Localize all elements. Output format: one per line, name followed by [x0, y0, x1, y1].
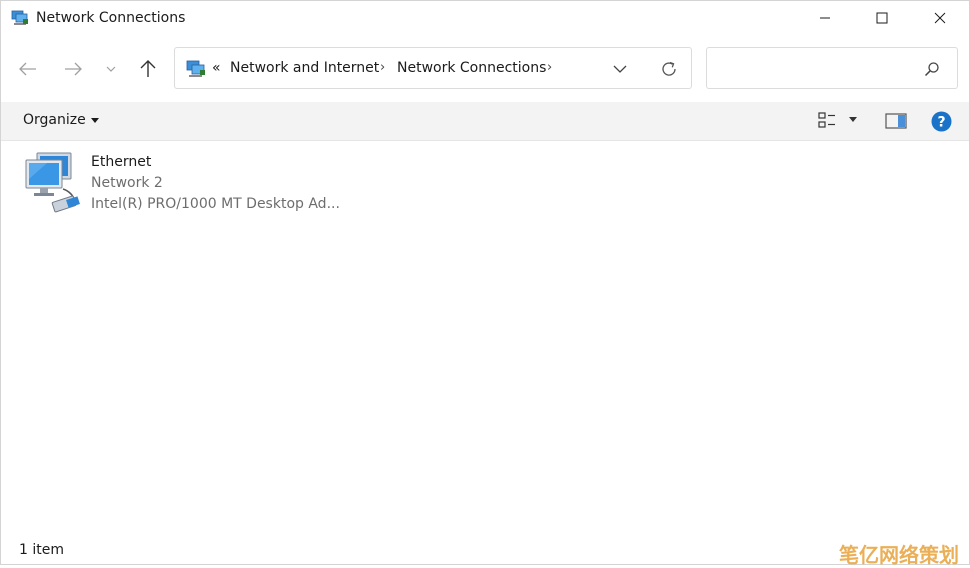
- navigation-bar: « Network and Internet › Network Connect…: [1, 37, 969, 101]
- breadcrumb-network-connections[interactable]: Network Connections: [397, 60, 546, 76]
- refresh-icon: [662, 61, 676, 76]
- caret-down-icon[interactable]: [848, 116, 858, 124]
- recent-locations-button[interactable]: [101, 57, 121, 81]
- connection-item-ethernet[interactable]: Ethernet Network 2 Intel(R) PRO/1000 MT …: [21, 151, 341, 217]
- refresh-button[interactable]: [655, 57, 683, 81]
- arrow-left-icon: [19, 62, 36, 76]
- organize-menu[interactable]: Organize: [23, 112, 99, 128]
- back-button[interactable]: [13, 57, 43, 81]
- preview-pane-icon[interactable]: [885, 112, 907, 130]
- forward-button[interactable]: [58, 57, 88, 81]
- arrow-right-icon: [65, 62, 82, 76]
- maximize-button[interactable]: [853, 1, 911, 35]
- up-button[interactable]: [133, 55, 163, 83]
- window-title: Network Connections: [36, 10, 186, 26]
- breadcrumb-overflow[interactable]: «: [212, 60, 221, 76]
- change-view-icon[interactable]: [816, 111, 840, 131]
- chevron-down-icon: [613, 65, 627, 73]
- title-bar[interactable]: Network Connections: [1, 1, 969, 37]
- connection-network: Network 2: [91, 175, 163, 191]
- command-bar: Organize ?: [1, 102, 969, 141]
- caret-down-icon: [90, 117, 99, 123]
- search-box[interactable]: [706, 47, 958, 89]
- close-button[interactable]: [911, 1, 969, 35]
- connection-name: Ethernet: [91, 154, 152, 170]
- help-icon[interactable]: ?: [931, 111, 952, 132]
- network-connections-icon: [11, 10, 28, 25]
- search-icon[interactable]: [923, 60, 941, 78]
- network-adapter-icon: [25, 152, 80, 213]
- breadcrumb-separator[interactable]: ›: [380, 60, 385, 75]
- search-input[interactable]: [715, 56, 919, 82]
- minimize-icon: [820, 17, 830, 19]
- minimize-button[interactable]: [796, 1, 854, 35]
- maximize-icon: [876, 12, 888, 24]
- status-bar: 1 item 笔亿网络策划: [1, 537, 969, 567]
- connection-adapter: Intel(R) PRO/1000 MT Desktop Ad...: [91, 196, 340, 212]
- breadcrumb-network-and-internet[interactable]: Network and Internet: [230, 60, 379, 76]
- organize-label: Organize: [23, 112, 86, 128]
- breadcrumb-separator[interactable]: ›: [547, 60, 552, 75]
- item-count: 1 item: [19, 542, 64, 558]
- explorer-window: Network Connections « Network and Intern…: [0, 0, 970, 567]
- network-connections-icon: [186, 60, 205, 77]
- chevron-down-icon: [106, 66, 116, 72]
- arrow-up-icon: [140, 60, 156, 77]
- address-history-dropdown[interactable]: [608, 57, 632, 81]
- watermark-text: 笔亿网络策划: [839, 543, 959, 567]
- svg-text:?: ?: [937, 115, 945, 131]
- close-icon: [934, 12, 946, 24]
- address-bar[interactable]: « Network and Internet › Network Connect…: [174, 47, 692, 89]
